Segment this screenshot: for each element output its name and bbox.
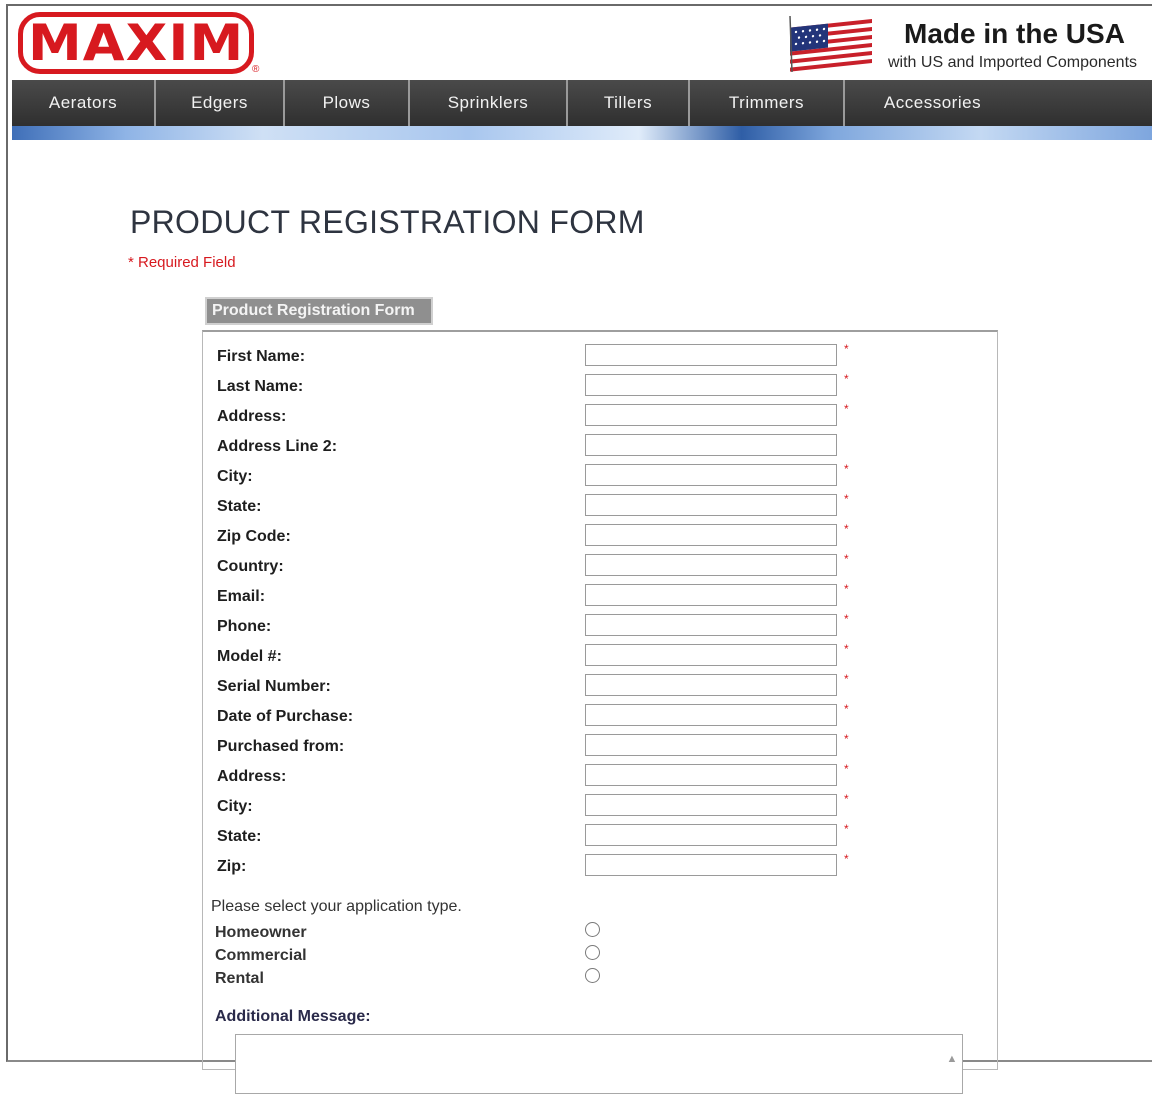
zip-code-input[interactable] [585, 524, 837, 546]
required-marker: * [844, 462, 849, 476]
form-tab-label: Product Registration Form [212, 302, 415, 319]
application-option-homeowner: Homeowner [203, 922, 803, 944]
rental-radio[interactable] [585, 968, 600, 983]
required-marker: * [844, 372, 849, 386]
field-label: Serial Number: [217, 678, 331, 695]
additional-message-textarea[interactable]: ▲ [235, 1034, 963, 1094]
registration-form: First Name: * Last Name: * Address: * Ad… [202, 330, 998, 1094]
field-label: Address: [217, 408, 287, 425]
address-line-2-input[interactable] [585, 434, 837, 456]
page-title: PRODUCT REGISTRATION FORM [130, 204, 645, 240]
state-input[interactable] [585, 494, 837, 516]
nav-item-sprinklers[interactable]: Sprinklers [410, 80, 568, 126]
field-label: City: [217, 798, 253, 815]
required-marker: * [844, 612, 849, 626]
field-label: City: [217, 468, 253, 485]
field-label: State: [217, 498, 262, 515]
required-marker: * [844, 402, 849, 416]
dealer-state-input[interactable] [585, 824, 837, 846]
radio-label: Rental [215, 970, 264, 987]
phone-input[interactable] [585, 614, 837, 636]
model-number-input[interactable] [585, 644, 837, 666]
field-label: Country: [217, 558, 284, 575]
nav-item-accessories[interactable]: Accessories [845, 80, 1020, 126]
radio-label: Commercial [215, 947, 307, 964]
required-marker: * [844, 552, 849, 566]
field-label: Zip Code: [217, 528, 291, 545]
dealer-city-input[interactable] [585, 794, 837, 816]
field-label: Zip: [217, 858, 247, 875]
nav-item-plows[interactable]: Plows [285, 80, 410, 126]
made-in-usa-subtitle: with US and Imported Components [888, 54, 1138, 71]
first-name-input[interactable] [585, 344, 837, 366]
required-marker: * [844, 342, 849, 356]
field-label: First Name: [217, 348, 306, 365]
address-input[interactable] [585, 404, 837, 426]
required-marker: * [844, 642, 849, 656]
required-marker: * [844, 672, 849, 686]
required-marker: * [844, 582, 849, 596]
field-label: Model #: [217, 648, 282, 665]
required-marker: * [844, 522, 849, 536]
field-label: Date of Purchase: [217, 708, 354, 725]
homeowner-radio[interactable] [585, 922, 600, 937]
purchased-from-input[interactable] [585, 734, 837, 756]
application-option-commercial: Commercial [203, 945, 803, 967]
required-field-note: * Required Field [128, 254, 236, 271]
field-label: Last Name: [217, 378, 304, 395]
field-label: State: [217, 828, 262, 845]
field-label: Address Line 2: [217, 438, 338, 455]
city-input[interactable] [585, 464, 837, 486]
scroll-up-icon[interactable]: ▲ [946, 1053, 958, 1065]
last-name-input[interactable] [585, 374, 837, 396]
date-of-purchase-input[interactable] [585, 704, 837, 726]
required-marker: * [844, 762, 849, 776]
dealer-address-input[interactable] [585, 764, 837, 786]
field-label: Email: [217, 588, 266, 605]
logo-text: MAXIM [27, 14, 245, 72]
email-input[interactable] [585, 584, 837, 606]
made-in-usa-title: Made in the USA [904, 18, 1125, 49]
registered-mark: ® [252, 64, 260, 75]
required-marker: * [844, 852, 849, 866]
additional-message-label: Additional Message: [215, 1008, 371, 1025]
field-label: Address: [217, 768, 287, 785]
required-marker: * [844, 822, 849, 836]
nav-item-tillers[interactable]: Tillers [568, 80, 690, 126]
country-input[interactable] [585, 554, 837, 576]
required-marker: * [844, 702, 849, 716]
application-type-prompt: Please select your application type. [211, 898, 462, 915]
radio-label: Homeowner [215, 924, 307, 941]
main-nav: Aerators Edgers Plows Sprinklers Tillers… [12, 80, 1152, 126]
nav-item-edgers[interactable]: Edgers [156, 80, 285, 126]
required-marker: * [844, 792, 849, 806]
commercial-radio[interactable] [585, 945, 600, 960]
serial-number-input[interactable] [585, 674, 837, 696]
maxim-logo[interactable]: MAXIM [18, 12, 254, 74]
required-marker: * [844, 732, 849, 746]
field-label: Phone: [217, 618, 272, 635]
field-label: Purchased from: [217, 738, 345, 755]
required-marker: * [844, 492, 849, 506]
nav-item-aerators[interactable]: Aerators [12, 80, 156, 126]
form-tab: Product Registration Form [205, 297, 433, 325]
us-flag-icon [789, 16, 872, 72]
dealer-zip-input[interactable] [585, 854, 837, 876]
nav-item-trimmers[interactable]: Trimmers [690, 80, 845, 126]
sky-banner-strip [12, 126, 1152, 140]
application-option-rental: Rental [203, 968, 803, 990]
